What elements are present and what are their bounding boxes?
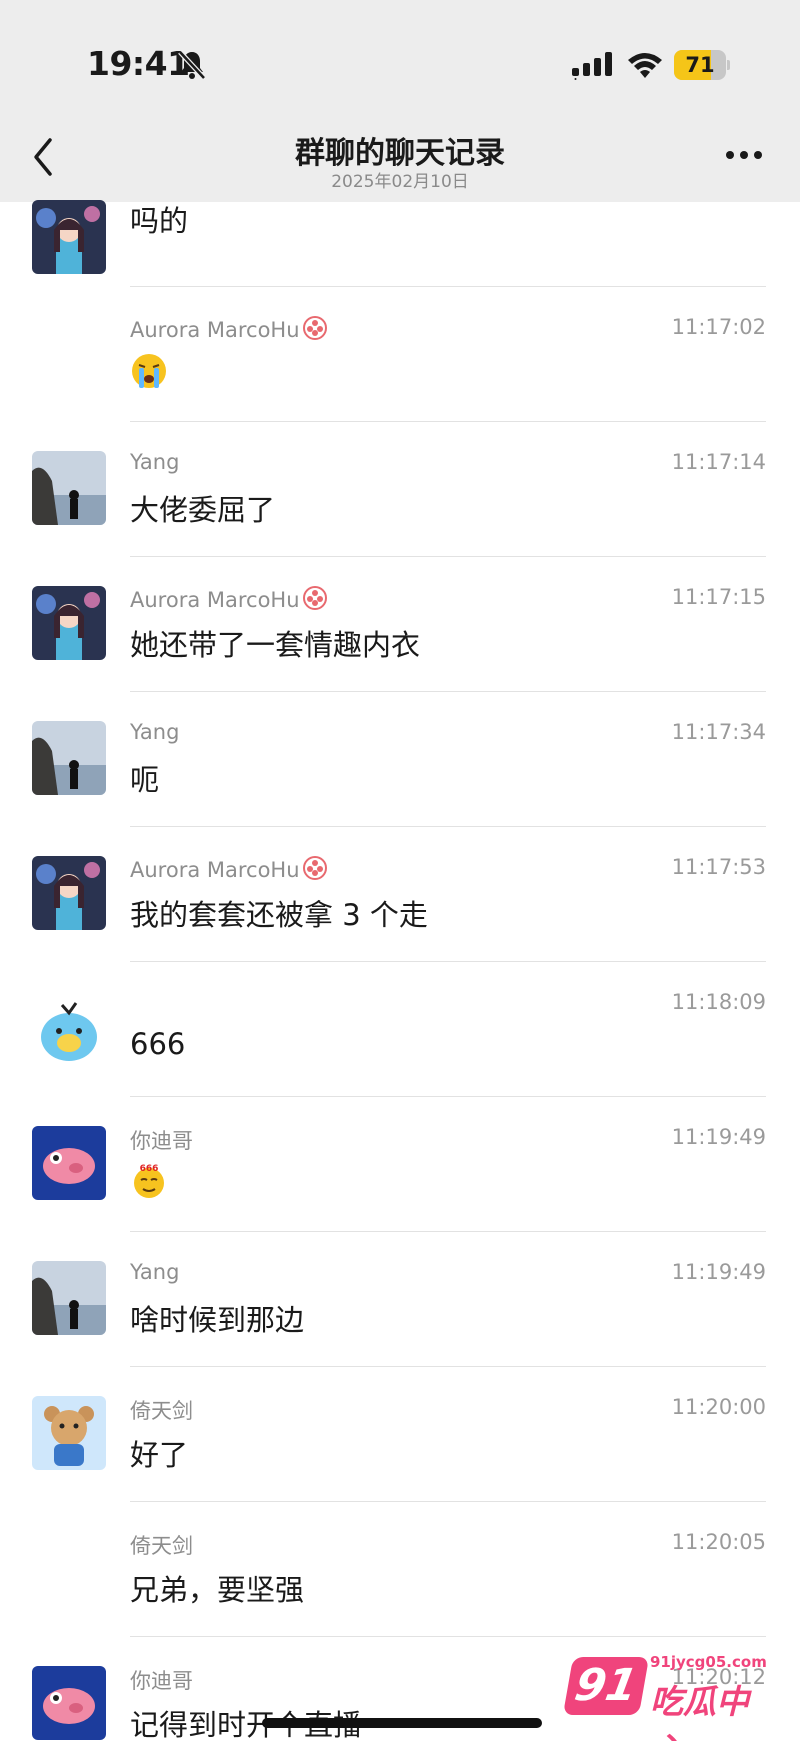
- sender-name: Aurora MarcoHu: [130, 315, 328, 342]
- list-item[interactable]: Yang 11:17:34 呃: [0, 691, 800, 826]
- status-time: 19:41: [87, 44, 190, 83]
- sender-name: 倚天剑: [130, 1399, 193, 1423]
- watermark: 91 91jycg05.com 吃瓜中心: [562, 1647, 768, 1741]
- sender-name: 你迪哥: [130, 1129, 193, 1153]
- bell-muted-icon: [178, 50, 206, 80]
- avatar-yang[interactable]: [32, 1261, 106, 1335]
- 666-face-icon: 666: [134, 1164, 164, 1198]
- flower-badge-icon: [302, 856, 327, 880]
- message-text: 呃: [130, 763, 160, 797]
- message-time: 11:20:00: [671, 1395, 766, 1419]
- battery-tip: [727, 60, 730, 70]
- list-item[interactable]: Yang 11:19:49 啥时候到那边: [0, 1231, 800, 1366]
- divider: [130, 1366, 766, 1367]
- list-item[interactable]: 倚天剑 11:20:05 兄弟，要坚强: [0, 1501, 800, 1636]
- avatar-yang[interactable]: [32, 451, 106, 525]
- avatar-aurora[interactable]: [32, 856, 106, 930]
- home-indicator[interactable]: [262, 1718, 542, 1728]
- battery-body: 71: [674, 50, 726, 80]
- message-time: 11:17:02: [671, 315, 766, 339]
- flower-badge-icon: [302, 316, 327, 340]
- message-text: 我的套套还被拿 3 个走: [130, 898, 428, 932]
- sender-name: Yang: [130, 450, 180, 474]
- divider: [130, 286, 766, 287]
- divider: [130, 1501, 766, 1502]
- battery-level-text: 71: [685, 53, 715, 77]
- list-item[interactable]: Aurora MarcoHu 11:17:53 我的套套还被拿 3 个走: [0, 826, 800, 961]
- message-time: 11:17:34: [671, 720, 766, 744]
- divider: [130, 556, 766, 557]
- list-item[interactable]: 吗的: [0, 150, 800, 286]
- cell-signal-icon: [572, 52, 612, 80]
- 666-label: 666: [140, 1164, 159, 1174]
- watermark-logo: 91: [562, 1657, 650, 1715]
- avatar-blue-bird[interactable]: [32, 991, 106, 1065]
- list-item[interactable]: 倚天剑 11:20:00 好了: [0, 1366, 800, 1501]
- message-time: 11:19:49: [671, 1260, 766, 1284]
- watermark-url: 91jycg05.com: [650, 1653, 767, 1671]
- list-item[interactable]: 你迪哥 11:19:49 666: [0, 1096, 800, 1231]
- message-time: 11:17:15: [671, 585, 766, 609]
- watermark-name: 吃瓜中心: [650, 1682, 749, 1741]
- sender-name: Aurora MarcoHu: [130, 585, 328, 612]
- divider: [130, 691, 766, 692]
- list-item[interactable]: 11:18:09 666: [0, 961, 800, 1096]
- sender-name: Yang: [130, 1260, 180, 1284]
- divider: [130, 826, 766, 827]
- divider: [130, 961, 766, 962]
- crying-face-icon: [132, 354, 166, 388]
- status-bar: 19:41 71: [0, 0, 800, 130]
- divider: [130, 1636, 766, 1637]
- sender-name: 倚天剑: [130, 1534, 193, 1558]
- message-time: 11:18:09: [671, 990, 766, 1014]
- avatar-aurora[interactable]: [32, 200, 106, 274]
- message-text: 吗的: [130, 204, 189, 238]
- message-time: 11:19:49: [671, 1125, 766, 1149]
- message-time: 11:20:05: [671, 1530, 766, 1554]
- avatar-pig[interactable]: [32, 1126, 106, 1200]
- message-text: 她还带了一套情趣内衣: [130, 628, 421, 662]
- flower-badge-icon: [302, 586, 327, 610]
- message-text: 啥时候到那边: [130, 1303, 305, 1337]
- list-item[interactable]: Aurora MarcoHu 11:17:15 她还带了一套情趣内衣: [0, 556, 800, 691]
- avatar-aurora[interactable]: [32, 586, 106, 660]
- message-text: 大佬委屈了: [130, 493, 276, 527]
- message-time: 11:17:14: [671, 450, 766, 474]
- list-item[interactable]: Aurora MarcoHu 11:17:02: [0, 286, 800, 421]
- sender-name: Aurora MarcoHu: [130, 855, 328, 882]
- divider: [130, 1096, 766, 1097]
- avatar-bear[interactable]: [32, 1396, 106, 1470]
- sender-name: Yang: [130, 720, 180, 744]
- divider: [130, 421, 766, 422]
- divider: [130, 1231, 766, 1232]
- battery-indicator: 71: [674, 50, 730, 80]
- wifi-icon: [628, 53, 662, 78]
- message-time: 11:17:53: [671, 855, 766, 879]
- message-text: 好了: [130, 1438, 189, 1472]
- avatar-pig[interactable]: [32, 1666, 106, 1740]
- message-text: 666: [130, 1027, 186, 1061]
- sender-name: 你迪哥: [130, 1669, 193, 1693]
- avatar-yang[interactable]: [32, 721, 106, 795]
- list-item[interactable]: Yang 11:17:14 大佬委屈了: [0, 421, 800, 556]
- message-text: 兄弟，要坚强: [130, 1573, 305, 1607]
